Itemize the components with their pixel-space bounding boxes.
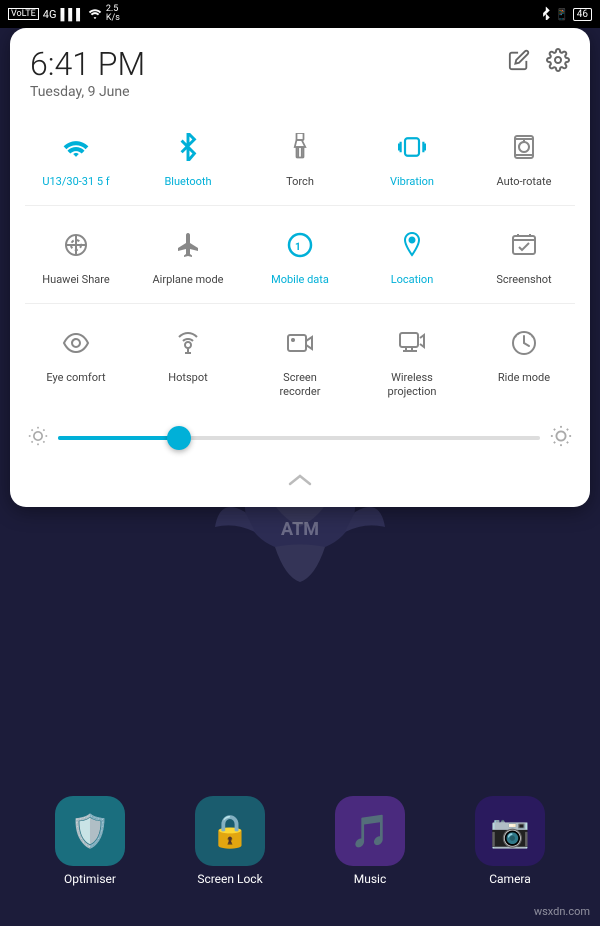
music-icon: 🎵 <box>335 796 405 866</box>
screenrecorder-toggle[interactable]: Screenrecorder <box>244 311 356 407</box>
wifi-toggle[interactable]: U13/30-31 5 f <box>20 115 132 198</box>
autorotate-toggle[interactable]: Auto-rotate <box>468 115 580 198</box>
quick-toggles-row1: U13/30-31 5 f Bluetooth Torch <box>10 110 590 203</box>
torch-toggle-icon <box>278 125 322 169</box>
volte-indicator: VoLTE <box>8 8 39 20</box>
brightness-slider[interactable] <box>58 436 540 440</box>
clock-display: 6:41 PM <box>30 48 145 80</box>
ridemode-toggle-icon <box>502 321 546 365</box>
settings-button[interactable] <box>546 48 570 78</box>
hotspot-toggle-label: Hotspot <box>168 371 207 384</box>
eyecomfort-toggle-label: Eye comfort <box>46 371 105 384</box>
music-label: Music <box>354 872 386 886</box>
status-left: VoLTE 4G ▌▌▌ 2.5K/s <box>8 5 120 23</box>
wirelessprojection-toggle-label: Wirelessprojection <box>388 371 437 397</box>
speed-indicator: 2.5K/s <box>106 5 120 23</box>
screenshot-toggle-label: Screenshot <box>496 273 551 286</box>
mobiledata-toggle-icon: 1 <box>278 223 322 267</box>
location-toggle[interactable]: Location <box>356 213 468 296</box>
mobiledata-toggle[interactable]: 1 Mobile data <box>244 213 356 296</box>
wifi-toggle-label: U13/30-31 5 f <box>42 175 109 188</box>
vibration-toggle[interactable]: Vibration <box>356 115 468 198</box>
divider-2 <box>25 303 575 304</box>
app-camera[interactable]: 📷 Camera <box>475 796 545 886</box>
screenlock-label: Screen Lock <box>197 872 262 886</box>
bluetooth-toggle-icon <box>166 125 210 169</box>
hotspot-toggle-icon <box>166 321 210 365</box>
vibration-toggle-label: Vibration <box>390 175 434 188</box>
notification-panel: 6:41 PM Tuesday, 9 June <box>10 28 590 507</box>
panel-header: 6:41 PM Tuesday, 9 June <box>10 28 590 110</box>
panel-header-actions <box>508 48 570 78</box>
brightness-min-icon <box>28 426 48 451</box>
location-toggle-label: Location <box>391 273 434 286</box>
swipe-up-indicator[interactable] <box>10 464 590 497</box>
bluetooth-toggle[interactable]: Bluetooth <box>132 115 244 198</box>
brightness-control <box>10 413 590 464</box>
panel-time: 6:41 PM Tuesday, 9 June <box>30 48 145 100</box>
airplane-toggle-label: Airplane mode <box>152 273 223 286</box>
wirelessprojection-toggle[interactable]: Wirelessprojection <box>356 311 468 407</box>
screenlock-icon: 🔒 <box>195 796 265 866</box>
hotspot-toggle[interactable]: Hotspot <box>132 311 244 407</box>
battery-icon: 46 <box>573 8 592 21</box>
status-right: 📱 46 <box>541 6 592 23</box>
camera-icon: 📷 <box>475 796 545 866</box>
quick-toggles-row2: Huawei Share Airplane mode 1 Mobile data <box>10 208 590 301</box>
wifi-toggle-icon <box>54 125 98 169</box>
date-display: Tuesday, 9 June <box>30 84 145 100</box>
brightness-max-icon <box>550 425 572 452</box>
huaweishare-toggle-label: Huawei Share <box>42 273 109 286</box>
screenshot-toggle-icon <box>502 223 546 267</box>
screenrecorder-toggle-icon <box>278 321 322 365</box>
signal-4g: 4G <box>43 8 57 21</box>
huaweishare-toggle[interactable]: Huawei Share <box>20 213 132 296</box>
autorotate-toggle-icon <box>502 125 546 169</box>
location-toggle-icon <box>390 223 434 267</box>
divider-1 <box>25 205 575 206</box>
eyecomfort-toggle-icon <box>54 321 98 365</box>
eyecomfort-toggle[interactable]: Eye comfort <box>20 311 132 407</box>
quick-toggles-row3: Eye comfort Hotspot <box>10 306 590 412</box>
signal-bars: ▌▌▌ <box>60 8 83 21</box>
atm-label: ATM <box>281 519 319 540</box>
autorotate-toggle-label: Auto-rotate <box>497 175 552 188</box>
app-screenlock[interactable]: 🔒 Screen Lock <box>195 796 265 886</box>
bluetooth-status-icon <box>541 6 551 23</box>
torch-toggle[interactable]: Torch <box>244 115 356 198</box>
app-music[interactable]: 🎵 Music <box>335 796 405 886</box>
vibration-toggle-icon <box>390 125 434 169</box>
ridemode-toggle-label: Ride mode <box>498 371 550 384</box>
status-bar: VoLTE 4G ▌▌▌ 2.5K/s 📱 46 <box>0 0 600 28</box>
optimiser-icon: 🛡️ <box>55 796 125 866</box>
watermark: wsxdn.com <box>534 905 590 918</box>
wirelessprojection-toggle-icon <box>390 321 434 365</box>
torch-toggle-label: Torch <box>286 175 314 188</box>
app-optimiser[interactable]: 🛡️ Optimiser <box>55 796 125 886</box>
edit-button[interactable] <box>508 49 530 77</box>
airplane-toggle-icon <box>166 223 210 267</box>
chevron-up-icon <box>286 472 314 493</box>
mobiledata-toggle-label: Mobile data <box>271 273 329 286</box>
ridemode-toggle[interactable]: Ride mode <box>468 311 580 407</box>
brightness-thumb[interactable] <box>167 426 191 450</box>
airplane-toggle[interactable]: Airplane mode <box>132 213 244 296</box>
bluetooth-toggle-label: Bluetooth <box>164 175 211 188</box>
screenshot-toggle[interactable]: Screenshot <box>468 213 580 296</box>
wifi-icon <box>88 7 102 22</box>
optimiser-label: Optimiser <box>64 872 116 886</box>
screenrecorder-toggle-label: Screenrecorder <box>280 371 321 397</box>
svg-text:1: 1 <box>295 242 301 253</box>
bottom-app-dock: 🛡️ Optimiser 🔒 Screen Lock 🎵 Music 📷 Cam… <box>0 796 600 886</box>
phone-icon: 📱 <box>555 8 569 21</box>
huaweishare-toggle-icon <box>54 223 98 267</box>
brightness-fill <box>58 436 179 440</box>
camera-label: Camera <box>489 872 531 886</box>
